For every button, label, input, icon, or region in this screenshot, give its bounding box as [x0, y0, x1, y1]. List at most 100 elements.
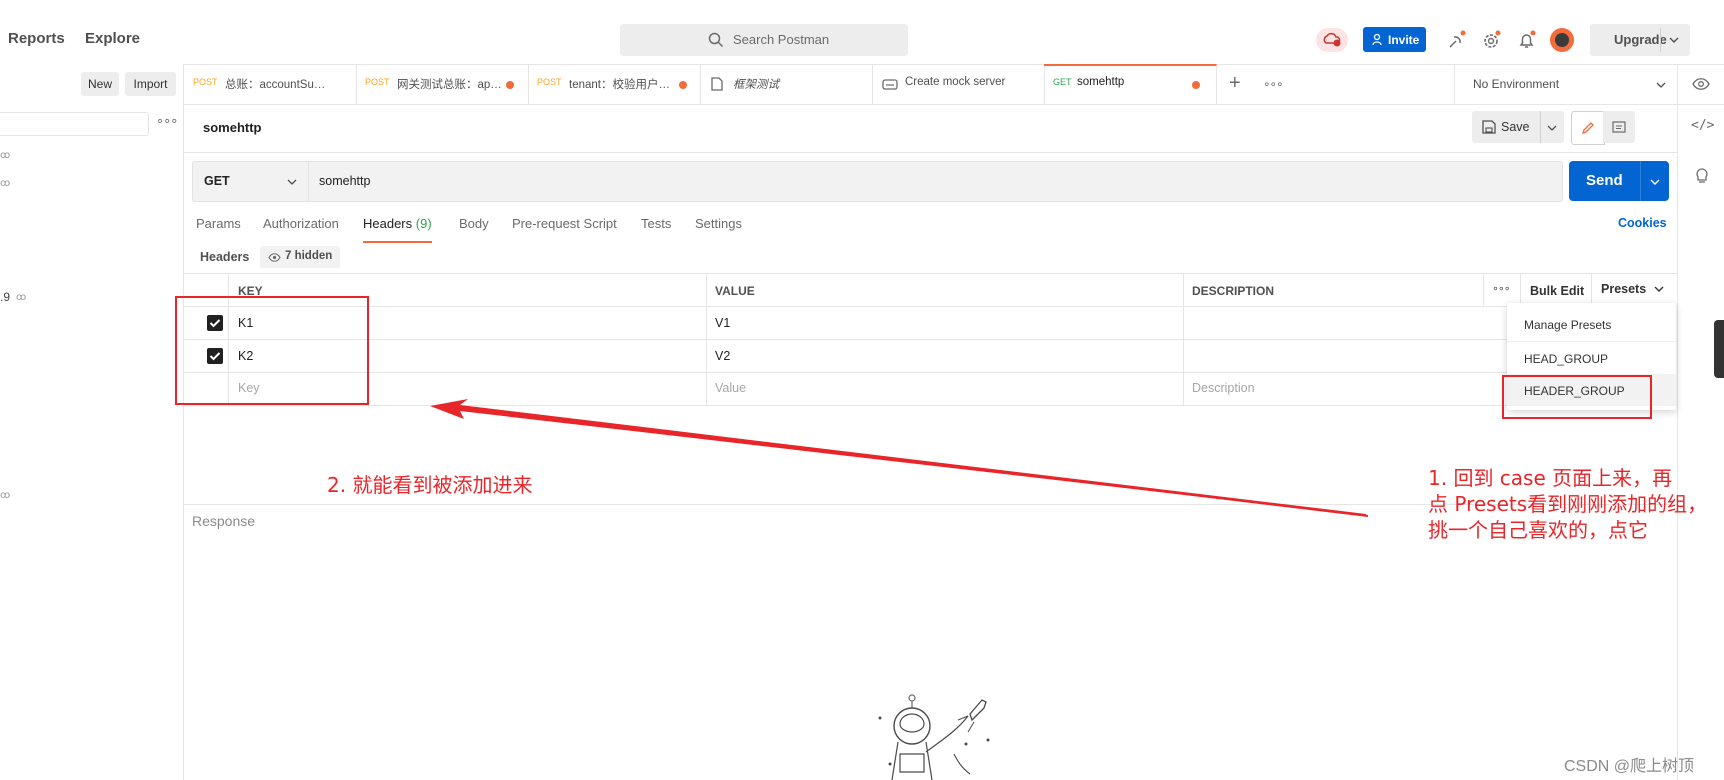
- send-button[interactable]: Send: [1569, 161, 1669, 201]
- tab-body[interactable]: Body: [459, 216, 489, 231]
- tab-label: somehttp: [1077, 76, 1125, 88]
- column-description: DESCRIPTION: [1192, 284, 1275, 298]
- nav-explore[interactable]: Explore: [85, 30, 140, 47]
- send-label: Send: [1586, 172, 1623, 189]
- tab-request[interactable]: POST 网关测试总账：ap…: [356, 64, 529, 104]
- chevron-down-icon[interactable]: [1656, 81, 1666, 89]
- table-options-icon[interactable]: ∘∘∘: [1492, 282, 1511, 295]
- chevron-down-icon[interactable]: [1547, 124, 1557, 132]
- collection-team-icon: ꝏ: [0, 150, 11, 161]
- headers-count-badge: (9): [415, 216, 432, 231]
- avatar[interactable]: [1550, 28, 1574, 52]
- invite-button[interactable]: Invite: [1363, 27, 1426, 52]
- chevron-down-icon: [1654, 286, 1664, 292]
- code-icon[interactable]: </>: [1691, 118, 1714, 133]
- menu-item-label: HEAD_GROUP: [1524, 352, 1609, 366]
- annotation-arrow: [430, 399, 1369, 517]
- tab-method: GET: [1053, 77, 1072, 87]
- sidebar-filter-input[interactable]: [0, 112, 149, 136]
- environment-eye-icon[interactable]: [1692, 77, 1710, 91]
- header-value-cell[interactable]: V2: [715, 349, 730, 363]
- invite-label: Invite: [1388, 33, 1420, 47]
- new-tab-plus-icon[interactable]: +: [1229, 72, 1241, 95]
- request-title[interactable]: somehttp: [203, 120, 262, 135]
- header-value-cell[interactable]: V1: [715, 316, 730, 330]
- presets-button[interactable]: Presets: [1601, 281, 1664, 296]
- tab-label: Create mock server: [905, 76, 1006, 88]
- search-placeholder: Search Postman: [733, 32, 830, 47]
- preset-item-head-group[interactable]: HEAD_GROUP: [1507, 341, 1676, 374]
- tab-request[interactable]: POST 总账：accountSu…: [184, 64, 357, 104]
- environment-select[interactable]: No Environment: [1473, 77, 1559, 91]
- annotation-line: 挑一个自己喜欢的，点它: [1428, 518, 1648, 542]
- pencil-icon: [1581, 122, 1594, 135]
- save-button[interactable]: Save: [1472, 111, 1564, 143]
- collection-team-icon: ꝏ: [0, 490, 11, 501]
- edit-mode-button[interactable]: [1571, 111, 1605, 145]
- sync-status-icon[interactable]: [1316, 28, 1348, 52]
- save-icon: [1482, 120, 1496, 134]
- tab-tests[interactable]: Tests: [641, 216, 671, 231]
- mock-server-icon: [882, 79, 898, 90]
- tab-label: tenant：校验用户…: [569, 79, 670, 91]
- comment-icon: [1612, 121, 1626, 133]
- new-value-input[interactable]: Value: [715, 381, 746, 395]
- method-label: GET: [204, 174, 230, 188]
- tab-document[interactable]: 框架测试: [700, 64, 873, 104]
- request-tabs: POST 总账：accountSu… POST 网关测试总账：ap… POST …: [184, 64, 1724, 105]
- more-tabs-icon[interactable]: ∘∘∘: [1263, 77, 1284, 91]
- tab-params[interactable]: Params: [196, 216, 241, 231]
- upgrade-label: Upgrade: [1614, 32, 1667, 47]
- search-icon: [708, 32, 724, 48]
- upgrade-button[interactable]: Upgrade: [1590, 24, 1690, 56]
- add-user-icon: [1372, 33, 1382, 46]
- notification-bell-icon[interactable]: [1516, 29, 1538, 51]
- sidebar-item-label[interactable]: .9: [0, 290, 10, 304]
- document-icon: [711, 77, 723, 91]
- method-select[interactable]: GET: [193, 162, 309, 201]
- save-label: Save: [1501, 120, 1530, 134]
- annotation-text-right: 1. 回到 case 页面上来，再 点 Presets看到刚刚添加的组， 挑一个…: [1428, 465, 1724, 543]
- tab-authorization[interactable]: Authorization: [263, 216, 339, 231]
- more-options-icon[interactable]: ∘∘∘: [156, 113, 178, 129]
- cookies-link[interactable]: Cookies: [1618, 216, 1667, 230]
- tab-pre-request-script[interactable]: Pre-request Script: [512, 216, 617, 231]
- annotation-line: 点 Presets看到刚刚添加的组，: [1428, 492, 1708, 516]
- tab-mock-server[interactable]: Create mock server: [872, 64, 1045, 104]
- top-bar: Reports Explore Search Postman Invite Up…: [0, 0, 1724, 65]
- chevron-down-icon[interactable]: [1650, 178, 1660, 186]
- tab-headers[interactable]: Headers (9): [363, 216, 432, 243]
- new-description-input[interactable]: Description: [1192, 381, 1255, 395]
- tab-somehttp-active[interactable]: GET somehttp: [1044, 64, 1217, 104]
- presets-label: Presets: [1601, 282, 1647, 296]
- url-input[interactable]: somehttp: [319, 174, 370, 188]
- chevron-down-icon: [287, 179, 297, 185]
- lightbulb-icon[interactable]: [1694, 166, 1710, 184]
- column-value: VALUE: [715, 284, 755, 298]
- side-handle[interactable]: [1714, 320, 1724, 378]
- nav-reports[interactable]: Reports: [8, 30, 65, 47]
- tab-settings[interactable]: Settings: [695, 216, 742, 231]
- tab-headers-label: Headers: [363, 216, 413, 231]
- settings-icon[interactable]: [1481, 29, 1503, 51]
- tab-method: POST: [365, 77, 390, 87]
- unsaved-dot: [679, 81, 687, 89]
- satellite-icon[interactable]: [1446, 29, 1468, 51]
- annotation-text-left: 2. 就能看到被添加进来: [327, 473, 533, 497]
- search-bar[interactable]: Search Postman: [620, 24, 908, 56]
- annotation-box-preset: [1502, 375, 1652, 419]
- bulk-edit-button[interactable]: Bulk Edit: [1530, 284, 1584, 298]
- headers-section-label: Headers: [200, 250, 250, 264]
- tab-label: 框架测试: [733, 79, 779, 91]
- chevron-down-icon[interactable]: [1669, 36, 1679, 44]
- unsaved-dot: [1192, 81, 1200, 89]
- watermark: CSDN @爬上树顶: [1564, 758, 1695, 775]
- unsaved-dot: [506, 81, 514, 89]
- manage-presets-item[interactable]: Manage Presets: [1507, 308, 1676, 340]
- import-button[interactable]: Import: [125, 72, 176, 96]
- hidden-headers-toggle[interactable]: 7 hidden: [260, 246, 340, 268]
- tab-request[interactable]: POST tenant：校验用户…: [528, 64, 701, 104]
- new-button[interactable]: New: [81, 72, 119, 96]
- annotation-box-headers: [175, 296, 369, 405]
- comments-button[interactable]: [1603, 111, 1635, 143]
